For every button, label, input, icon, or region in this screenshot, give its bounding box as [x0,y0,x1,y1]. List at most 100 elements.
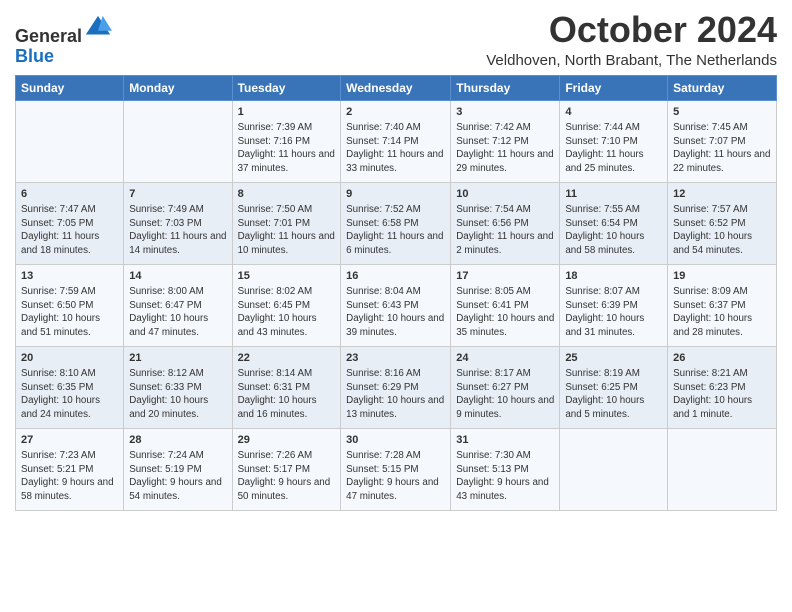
day-info: Sunrise: 8:17 AM Sunset: 6:27 PM Dayligh… [456,367,554,422]
day-cell: 3Sunrise: 7:42 AM Sunset: 7:12 PM Daylig… [451,100,560,182]
day-info: Sunrise: 7:28 AM Sunset: 5:15 PM Dayligh… [346,449,445,504]
day-info: Sunrise: 8:09 AM Sunset: 6:37 PM Dayligh… [673,285,771,340]
day-info: Sunrise: 7:24 AM Sunset: 5:19 PM Dayligh… [129,449,226,504]
day-cell: 15Sunrise: 8:02 AM Sunset: 6:45 PM Dayli… [232,264,341,346]
day-number: 31 [456,433,554,448]
day-number: 15 [238,269,336,284]
day-number: 30 [346,433,445,448]
day-cell: 29Sunrise: 7:26 AM Sunset: 5:17 PM Dayli… [232,428,341,510]
day-number: 9 [346,187,445,202]
day-info: Sunrise: 7:30 AM Sunset: 5:13 PM Dayligh… [456,449,554,504]
day-cell: 16Sunrise: 8:04 AM Sunset: 6:43 PM Dayli… [341,264,451,346]
day-cell: 13Sunrise: 7:59 AM Sunset: 6:50 PM Dayli… [16,264,124,346]
day-number: 12 [673,187,771,202]
day-info: Sunrise: 8:16 AM Sunset: 6:29 PM Dayligh… [346,367,445,422]
day-info: Sunrise: 7:39 AM Sunset: 7:16 PM Dayligh… [238,121,336,176]
day-number: 22 [238,351,336,366]
title-block: October 2024 Veldhoven, North Brabant, T… [486,10,777,69]
day-number: 13 [21,269,118,284]
day-number: 11 [565,187,662,202]
day-cell: 21Sunrise: 8:12 AM Sunset: 6:33 PM Dayli… [124,346,232,428]
day-info: Sunrise: 8:05 AM Sunset: 6:41 PM Dayligh… [456,285,554,340]
day-cell: 4Sunrise: 7:44 AM Sunset: 7:10 PM Daylig… [560,100,668,182]
day-cell [560,428,668,510]
header-wednesday: Wednesday [341,75,451,100]
day-info: Sunrise: 7:26 AM Sunset: 5:17 PM Dayligh… [238,449,336,504]
day-number: 6 [21,187,118,202]
day-cell: 20Sunrise: 8:10 AM Sunset: 6:35 PM Dayli… [16,346,124,428]
day-number: 24 [456,351,554,366]
day-info: Sunrise: 7:45 AM Sunset: 7:07 PM Dayligh… [673,121,771,176]
day-info: Sunrise: 7:57 AM Sunset: 6:52 PM Dayligh… [673,203,771,258]
day-cell: 22Sunrise: 8:14 AM Sunset: 6:31 PM Dayli… [232,346,341,428]
week-row-3: 20Sunrise: 8:10 AM Sunset: 6:35 PM Dayli… [16,346,777,428]
day-cell: 2Sunrise: 7:40 AM Sunset: 7:14 PM Daylig… [341,100,451,182]
day-number: 7 [129,187,226,202]
day-cell: 5Sunrise: 7:45 AM Sunset: 7:07 PM Daylig… [668,100,777,182]
day-number: 18 [565,269,662,284]
day-number: 19 [673,269,771,284]
day-number: 29 [238,433,336,448]
week-row-2: 13Sunrise: 7:59 AM Sunset: 6:50 PM Dayli… [16,264,777,346]
day-cell: 1Sunrise: 7:39 AM Sunset: 7:16 PM Daylig… [232,100,341,182]
day-info: Sunrise: 7:52 AM Sunset: 6:58 PM Dayligh… [346,203,445,258]
month-title: October 2024 [486,10,777,50]
day-number: 28 [129,433,226,448]
location-title: Veldhoven, North Brabant, The Netherland… [486,52,777,69]
day-info: Sunrise: 8:02 AM Sunset: 6:45 PM Dayligh… [238,285,336,340]
day-info: Sunrise: 7:55 AM Sunset: 6:54 PM Dayligh… [565,203,662,258]
day-cell: 31Sunrise: 7:30 AM Sunset: 5:13 PM Dayli… [451,428,560,510]
day-cell: 26Sunrise: 8:21 AM Sunset: 6:23 PM Dayli… [668,346,777,428]
weekday-header-row: Sunday Monday Tuesday Wednesday Thursday… [16,75,777,100]
day-cell: 27Sunrise: 7:23 AM Sunset: 5:21 PM Dayli… [16,428,124,510]
logo-blue: Blue [15,46,54,66]
calendar: Sunday Monday Tuesday Wednesday Thursday… [15,75,777,511]
day-info: Sunrise: 8:12 AM Sunset: 6:33 PM Dayligh… [129,367,226,422]
day-number: 20 [21,351,118,366]
day-cell: 8Sunrise: 7:50 AM Sunset: 7:01 PM Daylig… [232,182,341,264]
day-number: 4 [565,105,662,120]
day-info: Sunrise: 8:07 AM Sunset: 6:39 PM Dayligh… [565,285,662,340]
day-cell: 25Sunrise: 8:19 AM Sunset: 6:25 PM Dayli… [560,346,668,428]
day-number: 25 [565,351,662,366]
day-info: Sunrise: 8:10 AM Sunset: 6:35 PM Dayligh… [21,367,118,422]
day-cell: 12Sunrise: 7:57 AM Sunset: 6:52 PM Dayli… [668,182,777,264]
header: General Blue October 2024 Veldhoven, Nor… [15,10,777,69]
day-info: Sunrise: 7:50 AM Sunset: 7:01 PM Dayligh… [238,203,336,258]
day-info: Sunrise: 7:49 AM Sunset: 7:03 PM Dayligh… [129,203,226,258]
day-number: 3 [456,105,554,120]
day-info: Sunrise: 8:00 AM Sunset: 6:47 PM Dayligh… [129,285,226,340]
logo-icon [84,14,112,42]
day-cell: 9Sunrise: 7:52 AM Sunset: 6:58 PM Daylig… [341,182,451,264]
day-cell [124,100,232,182]
day-number: 1 [238,105,336,120]
day-info: Sunrise: 8:19 AM Sunset: 6:25 PM Dayligh… [565,367,662,422]
day-number: 17 [456,269,554,284]
day-cell [668,428,777,510]
day-info: Sunrise: 7:54 AM Sunset: 6:56 PM Dayligh… [456,203,554,258]
day-number: 10 [456,187,554,202]
header-saturday: Saturday [668,75,777,100]
day-info: Sunrise: 8:21 AM Sunset: 6:23 PM Dayligh… [673,367,771,422]
week-row-1: 6Sunrise: 7:47 AM Sunset: 7:05 PM Daylig… [16,182,777,264]
day-cell: 30Sunrise: 7:28 AM Sunset: 5:15 PM Dayli… [341,428,451,510]
day-cell: 28Sunrise: 7:24 AM Sunset: 5:19 PM Dayli… [124,428,232,510]
header-thursday: Thursday [451,75,560,100]
header-tuesday: Tuesday [232,75,341,100]
header-friday: Friday [560,75,668,100]
day-info: Sunrise: 7:59 AM Sunset: 6:50 PM Dayligh… [21,285,118,340]
day-info: Sunrise: 7:23 AM Sunset: 5:21 PM Dayligh… [21,449,118,504]
logo-general: General [15,26,82,46]
day-number: 23 [346,351,445,366]
day-cell: 10Sunrise: 7:54 AM Sunset: 6:56 PM Dayli… [451,182,560,264]
logo: General Blue [15,14,112,67]
day-cell: 23Sunrise: 8:16 AM Sunset: 6:29 PM Dayli… [341,346,451,428]
day-number: 14 [129,269,226,284]
week-row-0: 1Sunrise: 7:39 AM Sunset: 7:16 PM Daylig… [16,100,777,182]
day-cell: 18Sunrise: 8:07 AM Sunset: 6:39 PM Dayli… [560,264,668,346]
week-row-4: 27Sunrise: 7:23 AM Sunset: 5:21 PM Dayli… [16,428,777,510]
header-monday: Monday [124,75,232,100]
day-cell: 11Sunrise: 7:55 AM Sunset: 6:54 PM Dayli… [560,182,668,264]
day-number: 27 [21,433,118,448]
day-cell: 19Sunrise: 8:09 AM Sunset: 6:37 PM Dayli… [668,264,777,346]
